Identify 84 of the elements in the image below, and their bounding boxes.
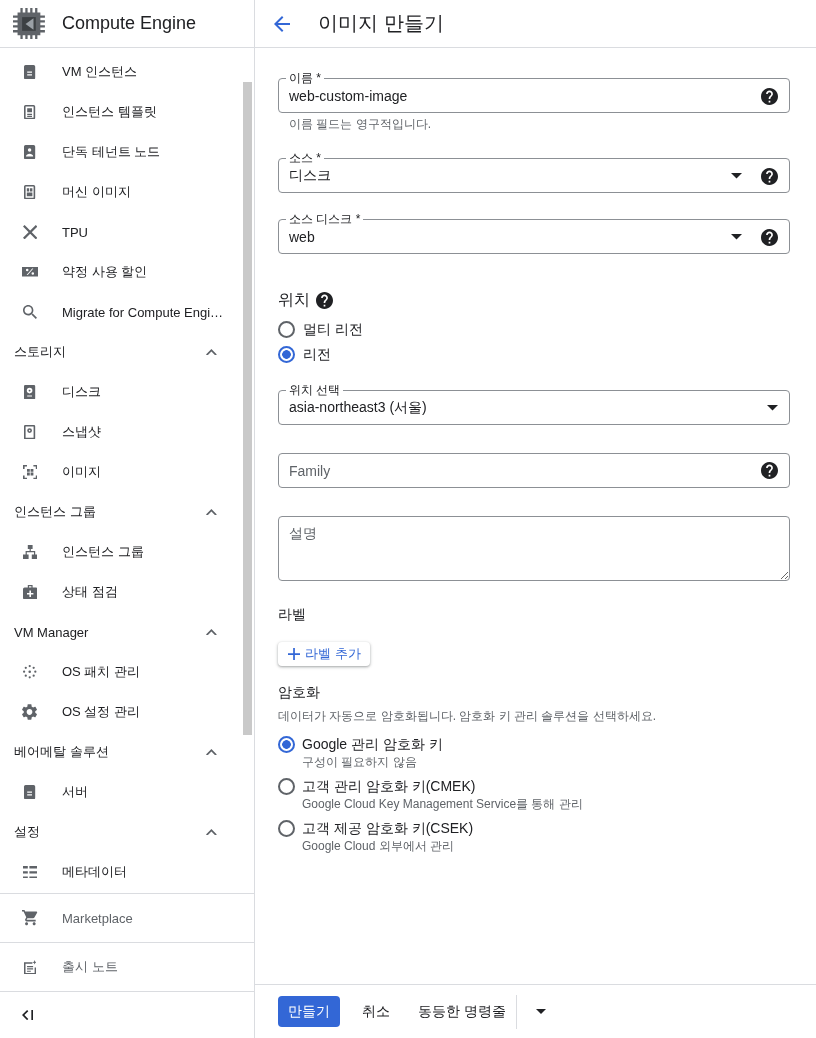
search-icon: [23, 305, 37, 319]
radio-description: Google Cloud 외부에서 관리: [302, 838, 456, 855]
section-heading: 암호화: [278, 683, 320, 702]
radio-button[interactable]: [278, 735, 295, 753]
help-icon[interactable]: [761, 462, 778, 479]
nav-item[interactable]: 단독 테넌트 노드: [0, 132, 240, 172]
disk-outline-icon: [24, 424, 36, 440]
nav-item[interactable]: OS 패치 관리: [0, 652, 240, 692]
app-title: Compute Engine: [61, 13, 196, 34]
nav-item[interactable]: 인스턴스 템플릿: [0, 92, 240, 132]
radio-description: 구성이 필요하지 않음: [302, 754, 418, 771]
command-line-button[interactable]: 동등한 명령줄: [408, 996, 516, 1027]
radio-button[interactable]: [278, 321, 295, 338]
back-arrow-icon: [274, 15, 290, 32]
nav-item[interactable]: 이미지: [0, 452, 240, 492]
person-card-icon: [24, 144, 36, 160]
scrollbar-thumb[interactable]: [243, 82, 252, 735]
nav-item[interactable]: VM 인스턴스: [0, 52, 240, 92]
section-heading: 위치: [278, 290, 310, 310]
text-field[interactable]: 이름 * web-custom-image: [278, 72, 790, 113]
settings-icon: [22, 704, 38, 720]
radio-button[interactable]: [278, 819, 295, 837]
caret-icon: [535, 1009, 546, 1014]
help-icon[interactable]: [761, 167, 778, 185]
section-heading: 라벨: [278, 605, 306, 624]
help-icon[interactable]: [761, 228, 778, 246]
help-icon[interactable]: [761, 87, 778, 105]
caret-icon: [767, 405, 778, 411]
section-header[interactable]: 스토리지: [0, 332, 240, 372]
nav-item[interactable]: 스냅샷: [0, 412, 240, 452]
percent-icon: [22, 267, 38, 277]
nav-item[interactable]: 머신 이미지: [0, 172, 240, 212]
nav-item[interactable]: 메타데이터: [0, 852, 240, 892]
radio-label[interactable]: 고객 제공 암호화 키(CSEK): [302, 819, 474, 837]
radio-label[interactable]: 고객 관리 암호화 키(CMEK): [302, 777, 583, 795]
server-icon: [24, 784, 36, 800]
nav-item[interactable]: 서버: [0, 772, 240, 812]
description-text: 데이터가 자동으로 암호화됩니다. 암호화 키 관리 솔루션을 선택하세요.: [278, 708, 656, 724]
help-icon[interactable]: [316, 291, 333, 309]
radio-label[interactable]: 리전: [303, 345, 331, 364]
create-button[interactable]: 만들기: [278, 996, 340, 1027]
section-header[interactable]: 베어메탈 솔루션: [0, 732, 240, 772]
frame-icon: [22, 464, 38, 480]
list-icon: [22, 865, 38, 879]
cancel-button[interactable]: 취소: [352, 996, 400, 1027]
nav-link[interactable]: 출시 노트: [0, 947, 240, 987]
radio-button[interactable]: [278, 346, 295, 363]
nav-item[interactable]: 상태 점검: [0, 572, 240, 612]
section-header[interactable]: VM Manager: [0, 612, 240, 652]
caret-icon: [731, 173, 742, 179]
radio-label[interactable]: Google 관리 암호화 키: [302, 735, 443, 753]
nav-item[interactable]: TPU: [0, 212, 240, 252]
nav-item[interactable]: 인스턴스 그룹: [0, 532, 240, 572]
page-title: 이미지 만들기: [318, 11, 444, 36]
add-label-button[interactable]: 라벨 추가: [278, 642, 370, 666]
nav-item[interactable]: Migrate for Compute Engi…: [0, 292, 240, 332]
text-field[interactable]: Family: [278, 453, 790, 488]
helper-text: 이름 필드는 영구적입니다.: [289, 116, 431, 132]
dropdown-field[interactable]: 소스 * 디스크: [278, 152, 790, 193]
nav-item[interactable]: OS 설정 관리: [0, 692, 240, 732]
cart-icon: [22, 910, 38, 926]
radio-button[interactable]: [278, 777, 295, 795]
caret-icon: [731, 234, 742, 240]
hierarchy-icon: [22, 544, 38, 560]
radio-label[interactable]: 멀티 리전: [303, 320, 363, 339]
server-icon: [24, 64, 36, 80]
grid-card-icon: [24, 184, 36, 200]
crossed-bars-icon: [22, 224, 38, 240]
nav-link[interactable]: Marketplace: [0, 898, 240, 938]
dropdown-field[interactable]: 소스 디스크 * web: [278, 213, 790, 254]
nav-item[interactable]: 디스크: [0, 372, 240, 412]
section-header[interactable]: 인스턴스 그룹: [0, 492, 240, 532]
radio-description: Google Cloud Key Management Service를 통해 관리: [302, 796, 583, 813]
dropdown-field[interactable]: 위치 선택 asia-northeast3 (서울): [278, 384, 790, 425]
medical-bag-icon: [22, 584, 38, 600]
plus-icon: [288, 648, 301, 660]
section-header[interactable]: 설정: [0, 812, 240, 852]
document-icon: [24, 104, 36, 120]
nav-item[interactable]: 약정 사용 할인: [0, 252, 240, 292]
text-area-field[interactable]: 설명: [278, 516, 790, 581]
chip-icon: [13, 7, 45, 40]
notes-icon: [23, 959, 37, 975]
collapse-icon: [22, 1009, 34, 1021]
dotted-circle-icon: [23, 665, 37, 679]
